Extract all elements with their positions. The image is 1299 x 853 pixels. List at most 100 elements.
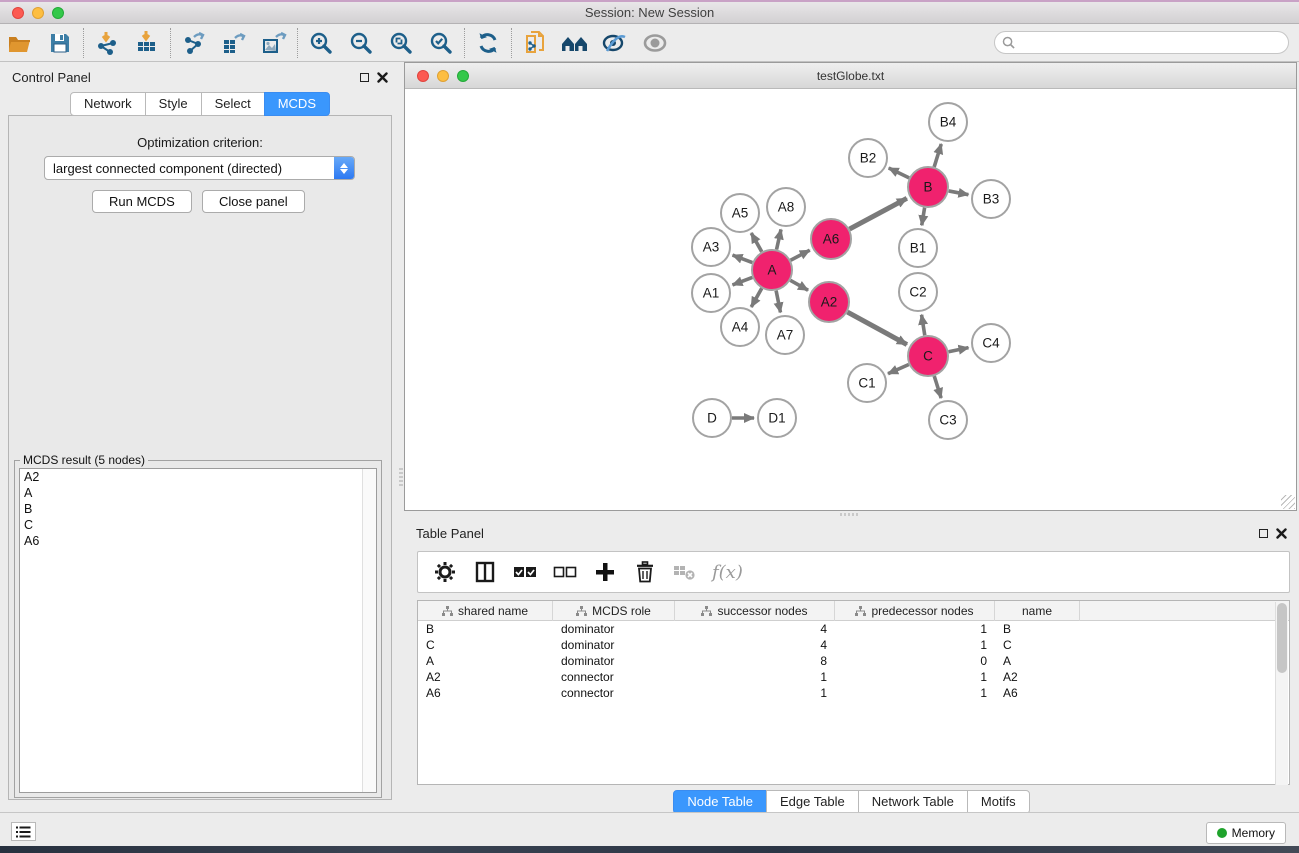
float-table-panel-icon[interactable]	[1259, 529, 1268, 538]
column-header-successor-nodes[interactable]: successor nodes	[675, 601, 835, 621]
birds-eye-view-button[interactable]	[635, 27, 675, 59]
table-cell[interactable]: A	[995, 653, 1080, 669]
graph-node-C2[interactable]: C2	[899, 273, 937, 311]
graph-edge-A-A5[interactable]	[751, 233, 761, 252]
save-session-button[interactable]	[40, 27, 80, 59]
float-panel-icon[interactable]	[360, 73, 369, 82]
graph-node-C1[interactable]: C1	[848, 364, 886, 402]
graph-edge-B-B2[interactable]	[889, 168, 909, 178]
search-field[interactable]	[994, 31, 1289, 54]
table-cell[interactable]: 1	[675, 685, 835, 701]
table-cell[interactable]: A2	[995, 669, 1080, 685]
network-graph-canvas[interactable]: B4B2BB3A5A8A6A3AB1A1A2C2A4A7CC4C1C3DD1	[405, 89, 1296, 510]
table-cell[interactable]: 0	[835, 653, 995, 669]
zoom-fit-button[interactable]	[381, 27, 421, 59]
tab-mcds[interactable]: MCDS	[264, 92, 330, 116]
graph-node-A[interactable]: A	[752, 250, 792, 290]
column-header-predecessor-nodes[interactable]: predecessor nodes	[835, 601, 995, 621]
copy-network-button[interactable]	[515, 27, 555, 59]
search-input[interactable]	[1019, 36, 1269, 50]
table-cell[interactable]: dominator	[553, 621, 675, 637]
graph-edge-B-B4[interactable]	[934, 144, 941, 167]
open-file-button[interactable]	[0, 27, 40, 59]
split-handle-horizontal[interactable]	[840, 513, 860, 516]
graph-node-A7[interactable]: A7	[766, 316, 804, 354]
graph-edge-A-A8[interactable]	[777, 229, 781, 249]
tab-select[interactable]: Select	[201, 92, 265, 116]
graph-node-D1[interactable]: D1	[758, 399, 796, 437]
run-mcds-button[interactable]: Run MCDS	[92, 190, 192, 213]
table-cell[interactable]: C	[995, 637, 1080, 653]
column-header-name[interactable]: name	[995, 601, 1080, 621]
graph-edge-C-C4[interactable]	[949, 348, 969, 352]
table-cell[interactable]: B	[418, 621, 553, 637]
table-cell[interactable]: connector	[553, 685, 675, 701]
tab-edge-table[interactable]: Edge Table	[766, 790, 859, 814]
table-cell[interactable]: A6	[995, 685, 1080, 701]
table-scrollbar[interactable]	[1275, 602, 1288, 785]
table-cell[interactable]: B	[995, 621, 1080, 637]
graph-edge-C-C1[interactable]	[888, 364, 909, 373]
delete-column-button[interactable]	[632, 559, 658, 585]
table-cell[interactable]: 1	[835, 637, 995, 653]
graph-edge-A-A7[interactable]	[776, 291, 780, 313]
table-cell[interactable]: 8	[675, 653, 835, 669]
graph-node-B1[interactable]: B1	[899, 229, 937, 267]
result-item[interactable]: B	[20, 501, 376, 517]
graph-node-A5[interactable]: A5	[721, 194, 759, 232]
graph-edge-A-A1[interactable]	[733, 277, 753, 284]
result-item[interactable]: A	[20, 485, 376, 501]
table-row[interactable]: A2connector11A2	[418, 669, 1289, 685]
result-item[interactable]: A2	[20, 469, 376, 485]
import-table-button[interactable]	[127, 27, 167, 59]
destroy-table-button[interactable]	[672, 559, 698, 585]
table-row[interactable]: Adominator80A	[418, 653, 1289, 669]
table-settings-button[interactable]	[432, 559, 458, 585]
graph-node-B2[interactable]: B2	[849, 139, 887, 177]
table-cell[interactable]: 4	[675, 621, 835, 637]
graph-edge-A-A6[interactable]	[791, 250, 810, 260]
graph-node-A6[interactable]: A6	[811, 219, 851, 259]
table-cell[interactable]: dominator	[553, 637, 675, 653]
function-builder-button[interactable]: f(x)	[712, 562, 743, 583]
apply-layout-button[interactable]	[468, 27, 508, 59]
node-table[interactable]: shared nameMCDS rolesuccessor nodesprede…	[417, 600, 1290, 785]
graph-node-C[interactable]: C	[908, 336, 948, 376]
tab-motifs[interactable]: Motifs	[967, 790, 1030, 814]
export-image-button[interactable]	[254, 27, 294, 59]
column-header-MCDS-role[interactable]: MCDS role	[553, 601, 675, 621]
close-panel-button[interactable]: Close panel	[202, 190, 305, 213]
graph-node-B[interactable]: B	[908, 167, 948, 207]
home-button[interactable]	[555, 27, 595, 59]
graph-node-B3[interactable]: B3	[972, 180, 1010, 218]
close-panel-icon[interactable]	[377, 72, 388, 83]
table-row[interactable]: A6connector11A6	[418, 685, 1289, 701]
graph-edge-A6-B[interactable]	[850, 198, 907, 229]
table-cell[interactable]: 4	[675, 637, 835, 653]
result-item[interactable]: C	[20, 517, 376, 533]
zoom-selected-button[interactable]	[421, 27, 461, 59]
import-network-button[interactable]	[87, 27, 127, 59]
graph-edge-A-A4[interactable]	[751, 288, 761, 307]
graph-edge-C-C3[interactable]	[934, 376, 941, 398]
export-network-button[interactable]	[174, 27, 214, 59]
graph-edge-C-C2[interactable]	[922, 315, 925, 336]
zoom-in-button[interactable]	[301, 27, 341, 59]
graph-node-D[interactable]: D	[693, 399, 731, 437]
task-history-button[interactable]	[11, 822, 36, 841]
graph-edge-A-A3[interactable]	[733, 255, 753, 262]
table-cell[interactable]: dominator	[553, 653, 675, 669]
graph-edge-A2-C[interactable]	[847, 312, 906, 344]
table-cell[interactable]: 1	[835, 669, 995, 685]
table-cell[interactable]: A2	[418, 669, 553, 685]
table-row[interactable]: Cdominator41C	[418, 637, 1289, 653]
memory-button[interactable]: Memory	[1206, 822, 1286, 844]
add-column-button[interactable]	[592, 559, 618, 585]
table-cell[interactable]: A	[418, 653, 553, 669]
tab-style[interactable]: Style	[145, 92, 202, 116]
export-table-button[interactable]	[214, 27, 254, 59]
optimization-criterion-select[interactable]: largest connected component (directed)	[44, 156, 355, 180]
close-table-panel-icon[interactable]	[1276, 528, 1287, 539]
graphics-details-button[interactable]	[595, 27, 635, 59]
graph-node-A3[interactable]: A3	[692, 228, 730, 266]
